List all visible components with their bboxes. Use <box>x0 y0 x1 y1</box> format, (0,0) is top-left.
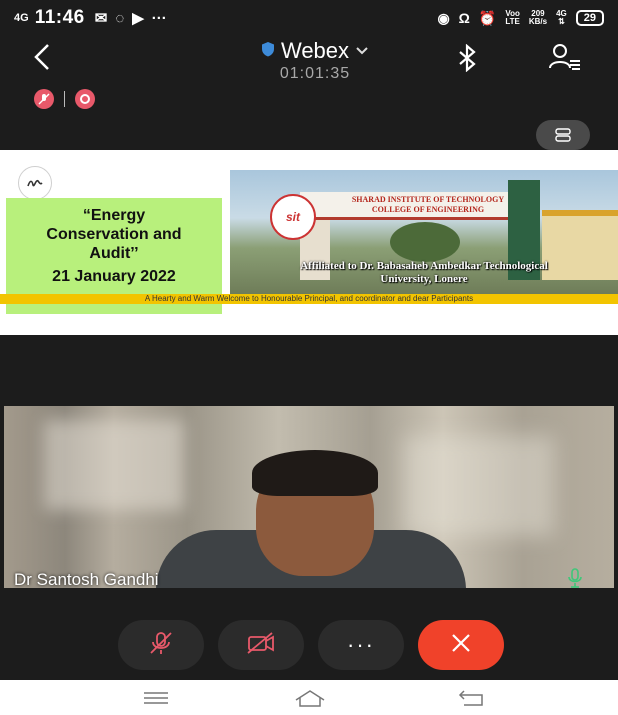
app-title: Webex <box>280 38 350 63</box>
recording-icon <box>75 89 95 109</box>
network-speed: 209 KB/s <box>528 9 548 26</box>
network-type: Voo LTE <box>505 9 520 26</box>
mute-button[interactable] <box>118 620 204 670</box>
back-chevron-icon[interactable] <box>32 42 52 80</box>
welcome-banner: A Hearty and Warm Welcome to Honourable … <box>0 294 618 304</box>
video-toggle-button[interactable] <box>218 620 304 670</box>
signal-strength: 4G <box>14 12 29 24</box>
background-light <box>404 436 554 536</box>
meeting-header: Webex 01:01:35 <box>0 36 618 150</box>
location-icon: ◉ <box>437 9 450 26</box>
more-options-button[interactable]: ··· <box>318 620 404 670</box>
annotate-pen-icon[interactable] <box>18 166 52 200</box>
call-controls: ··· <box>0 620 618 674</box>
headset-icon: Ω <box>458 10 470 26</box>
participant-name: Dr Santosh Gandhi <box>14 570 159 588</box>
person-hair <box>252 450 378 496</box>
chevron-down-icon <box>355 44 369 59</box>
more-dots-icon: ··· <box>347 632 375 657</box>
more-notifications-icon: ··· <box>151 9 167 27</box>
indicator-divider <box>64 91 65 107</box>
mic-active-icon <box>568 568 582 588</box>
participants-icon[interactable] <box>548 42 582 77</box>
camera-off-icon <box>246 631 276 660</box>
status-time: 11:46 <box>34 7 85 28</box>
battery-level: 29 <box>575 10 604 26</box>
mail-icon: ✉ <box>94 10 108 27</box>
mic-off-icon <box>148 630 174 661</box>
whatsapp-icon: ◌ <box>115 9 125 27</box>
system-nav-bar <box>0 680 618 715</box>
bluetooth-icon[interactable] <box>456 43 478 79</box>
back-nav-icon[interactable] <box>452 686 492 710</box>
shared-content[interactable]: “Energy Conservation and Audit’’ 21 Janu… <box>0 150 618 335</box>
end-call-button[interactable] <box>418 620 504 670</box>
participant-video[interactable]: Dr Santosh Gandhi <box>4 406 614 588</box>
college-photo: SHARAD INSTITUTE OF TECHNOLOGY COLLEGE O… <box>230 170 618 296</box>
shield-icon <box>261 41 275 61</box>
alarm-icon: ⏰ <box>478 9 497 26</box>
affiliation-caption: Affiliated to Dr. Babasaheb Ambedkar Tec… <box>300 260 548 285</box>
status-bar: 4G 11:46 ✉ ◌ ▶ ··· ◉ Ω ⏰ Voo LTE 209 KB/… <box>0 0 618 36</box>
background-light <box>44 420 184 510</box>
close-icon <box>449 631 473 660</box>
youtube-icon: ▶ <box>132 10 144 27</box>
event-date: 21 January 2022 <box>52 268 176 285</box>
call-timer: 01:01:35 <box>279 65 351 82</box>
data-indicator: 4G ⇅ <box>556 9 567 26</box>
college-name: SHARAD INSTITUTE OF TECHNOLOGY COLLEGE O… <box>351 195 505 214</box>
meeting-title-area[interactable]: Webex 01:01:35 <box>230 38 400 83</box>
status-indicators <box>34 89 95 109</box>
muted-indicator-icon <box>34 89 54 109</box>
tree-shape <box>390 222 460 262</box>
status-right: ◉ Ω ⏰ Voo LTE 209 KB/s 4G ⇅ 29 <box>437 10 604 27</box>
layout-toggle-button[interactable] <box>536 120 590 150</box>
college-logo: sit <box>270 194 316 240</box>
menu-icon[interactable] <box>136 686 176 710</box>
home-icon[interactable] <box>290 686 330 710</box>
